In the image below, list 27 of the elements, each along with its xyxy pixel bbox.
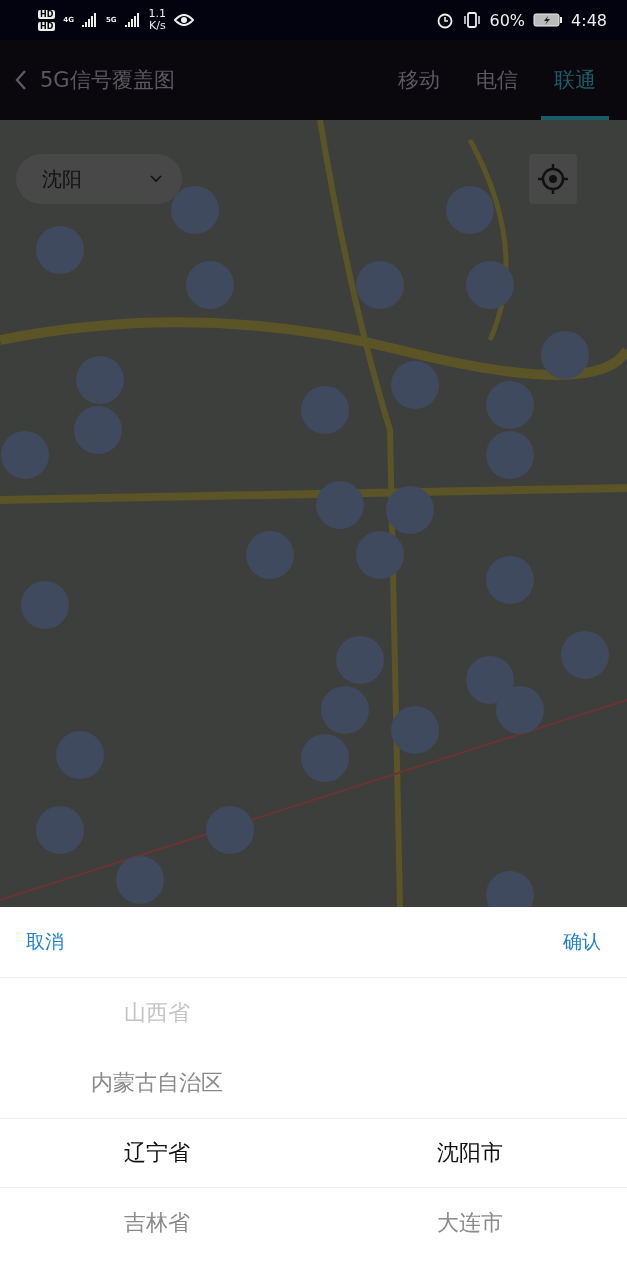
chevron-icon — [150, 175, 162, 183]
network-speed: K/s — [149, 20, 166, 32]
province-option[interactable]: 山西省 — [123, 998, 190, 1028]
network-speed: 1.1 — [148, 8, 167, 20]
battery-percent: 60% — [489, 10, 526, 30]
clock-time: 4:48 — [571, 10, 607, 30]
locate-icon — [537, 163, 569, 195]
cancel-button[interactable]: 取消 — [26, 929, 64, 955]
back-icon[interactable] — [14, 69, 28, 91]
vibrate-icon — [461, 11, 482, 29]
carrier-tab[interactable]: 电信 — [463, 40, 531, 120]
hd-badge: HD — [38, 9, 56, 19]
battery-icon — [533, 12, 564, 28]
city-option[interactable]: 大连市 — [437, 1208, 504, 1238]
province-option[interactable]: 内蒙古自治区 — [90, 1068, 223, 1098]
eye-icon — [174, 13, 195, 27]
province-option[interactable]: 辽宁省 — [123, 1138, 190, 1168]
carrier-tab[interactable]: 移动 — [385, 40, 453, 120]
hd-badge: HD — [38, 21, 56, 31]
page-title: 5G信号覆盖图 — [40, 67, 175, 94]
signal-icon — [124, 13, 141, 27]
confirm-button[interactable]: 确认 — [563, 929, 601, 955]
province-option[interactable]: 吉林省 — [123, 1208, 190, 1238]
alarm-icon — [435, 11, 454, 29]
city-option[interactable]: 沈阳市 — [437, 1138, 504, 1168]
signal-icon — [81, 13, 98, 27]
locate-button[interactable] — [529, 154, 577, 204]
